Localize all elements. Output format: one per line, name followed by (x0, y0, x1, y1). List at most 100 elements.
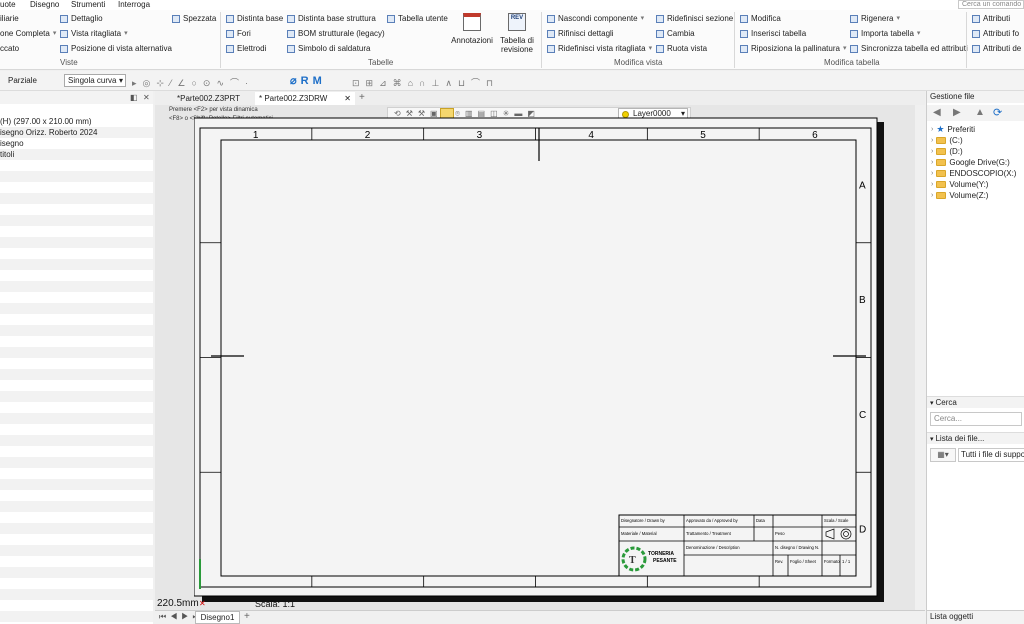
add-sheet-icon[interactable]: + (244, 611, 250, 622)
cursor-coordinate: 220.5mm (157, 598, 199, 609)
ribbon-item-riposiziona-pallinatura[interactable]: Riposiziona la pallinatura ▾ (740, 44, 846, 54)
bom-table-icon (226, 15, 234, 23)
empty-row (0, 303, 153, 314)
history-row[interactable]: isegno (0, 138, 153, 149)
ribbon-item-spaccato[interactable]: ccato (0, 44, 19, 54)
empty-row (0, 215, 153, 226)
menu-item-quote[interactable]: uote (0, 0, 16, 9)
ribbon-item-ausiliarie[interactable]: iliarie (0, 14, 19, 24)
ribbon-item-ridefinisci-sezione[interactable]: Ridefinisci sezione (656, 14, 733, 24)
ribbon-item-attributi-default[interactable]: Attributi de (972, 44, 1021, 54)
vertical-scrollbar[interactable] (915, 105, 925, 610)
hole-table-icon (226, 30, 234, 38)
ribbon-item-distinta-base[interactable]: Distinta base (226, 14, 283, 24)
refine-detail-icon (547, 30, 555, 38)
dropdown-arrow-icon: ▾ (916, 30, 921, 37)
up-icon[interactable]: ▲ (975, 107, 985, 118)
ribbon-item-tabella-revisione[interactable]: REV Tabella di revisione (497, 13, 537, 54)
ribbon-item-sezione-completa[interactable]: one Completa ▾ (0, 29, 56, 39)
empty-row (0, 204, 153, 215)
ribbon-item-vista-ritagliata[interactable]: Vista ritagliata ▾ (60, 29, 128, 39)
svg-text:T: T (629, 555, 636, 566)
menu-item-disegno[interactable]: Disegno (30, 0, 59, 9)
tree-item-preferiti[interactable]: › ★ Preferiti (931, 124, 975, 135)
sheet-tab[interactable]: Disegno1 (195, 611, 240, 624)
tb-date: Data (756, 518, 766, 523)
ribbon-item-bom-strutturale[interactable]: BOM strutturale (legacy) (287, 29, 385, 39)
filter-toggle-icons[interactable]: ⌀RM (290, 74, 326, 87)
label: Tabella utente (398, 14, 448, 23)
search-section-header[interactable]: ▾ Cerca (927, 396, 1024, 408)
expand-icon: › (931, 192, 934, 199)
menu-item-strumenti[interactable]: Strumenti (71, 0, 105, 9)
refresh-icon[interactable]: ⟳ (993, 106, 1002, 119)
label: Ruota vista (667, 44, 708, 53)
ribbon-item-tabella-utente[interactable]: Tabella utente (387, 14, 448, 24)
ribbon-item-inserisci-tabella[interactable]: Inserisci tabella (740, 29, 806, 39)
tree-item-drive-y[interactable]: › Volume(Y:) (931, 179, 988, 190)
tb-rev: Rev. (775, 559, 783, 564)
ribbon-item-distinta-base-struttura[interactable]: Distinta base struttura (287, 14, 376, 24)
ribbon-item-rifinisci-dettagli[interactable]: Rifinisci dettagli (547, 29, 614, 39)
close-icon[interactable]: ✕ (143, 93, 150, 102)
ribbon-item-modifica[interactable]: Modifica (740, 14, 781, 24)
tree-item-drive-x[interactable]: › ENDOSCOPIO(X:) (931, 168, 1016, 179)
tb-sheet: Foglio / Sheet (790, 559, 817, 564)
file-search-input[interactable]: Cerca... (930, 412, 1022, 426)
empty-row (0, 611, 153, 622)
ribbon-item-fori[interactable]: Fori (226, 29, 251, 39)
history-row[interactable]: (H) (297.00 x 210.00 mm) (0, 116, 153, 127)
back-icon[interactable]: ◀ (933, 107, 941, 118)
ribbon-item-sincronizza[interactable]: Sincronizza tabella ed attributi (850, 44, 968, 54)
collapse-icon[interactable]: ◧ (130, 93, 138, 102)
ribbon-item-importa-tabella[interactable]: Importa tabella ▾ (850, 29, 920, 39)
drawing-canvas[interactable]: Premere <F2> per vista dinamica <F8> o <… (155, 105, 925, 610)
empty-row (0, 479, 153, 490)
tree-item-drive-c[interactable]: › (C:) (931, 135, 963, 146)
electrode-table-icon (226, 45, 234, 53)
ribbon-item-elettrodi[interactable]: Elettrodi (226, 44, 266, 54)
snap-filter-icons[interactable]: ▸◎⊹⁄∠○⊙∿⌒· (132, 76, 254, 89)
canvas-hint-dynamic: Premere <F2> per vista dinamica (169, 107, 258, 113)
folder-icon (936, 137, 947, 144)
file-nav-bar: ◀ ▶ ▲ ⟳ (927, 105, 1024, 121)
tab-part[interactable]: *Parte002.Z3PRT (173, 92, 253, 105)
tab-label: Lista oggetti (930, 612, 974, 621)
expand-icon: › (931, 126, 934, 133)
view-mode-button[interactable]: ▦▾ (930, 448, 956, 462)
default-attributes-icon (972, 45, 980, 53)
ribbon-item-dettaglio[interactable]: Dettaglio (60, 14, 103, 24)
history-row[interactable]: isegno Orizz. Roberto 2024 (0, 127, 153, 138)
ribbon-item-ruota-vista[interactable]: Ruota vista (656, 44, 707, 54)
close-icon[interactable]: ✕ (344, 92, 351, 105)
star-icon: ★ (936, 124, 945, 134)
redefine-crop-icon (547, 45, 555, 53)
tree-item-drive-d[interactable]: › (D:) (931, 146, 963, 157)
ribbon-item-attributi[interactable]: Attributi (972, 14, 1010, 24)
command-search-input[interactable]: Cerca un comando (958, 0, 1024, 9)
ribbon-item-ridefinisci-vista-ritagliata[interactable]: Ridefinisci vista ritagliata ▾ (547, 44, 652, 54)
history-row[interactable]: titoli (0, 149, 153, 160)
tab-drawing[interactable]: * Parte002.Z3DRW ✕ (255, 92, 355, 105)
objects-list-tab[interactable]: Lista oggetti (927, 610, 1024, 624)
file-list-header[interactable]: ▾ Lista dei file... (927, 432, 1024, 444)
ribbon-item-annotazioni[interactable]: Annotazioni (450, 13, 494, 46)
ribbon-item-cambia[interactable]: Cambia (656, 29, 695, 39)
folder-icon (936, 181, 947, 188)
ribbon-item-attributi-foglio[interactable]: Attributi fo (972, 29, 1019, 39)
ribbon-item-spezzata[interactable]: Spezzata (172, 14, 216, 24)
menu-item-interroga[interactable]: Interroga (118, 0, 150, 9)
ribbon-item-rigenera[interactable]: Rigenera ▾ (850, 14, 900, 24)
tree-item-drive-g[interactable]: › Google Drive(G:) (931, 157, 1010, 168)
curve-select-dropdown[interactable]: Singola curva ▾ (64, 74, 126, 87)
ribbon-item-nascondi-componente[interactable]: Nascondi componente ▾ (547, 14, 644, 24)
entity-filter-icons[interactable]: ⊡⊞⊿⌘⌂∩⊥∧⊔⌒⊓ (352, 76, 499, 89)
ribbon-item-vista-alternativa[interactable]: Posizione di vista alternativa (60, 44, 172, 54)
expand-icon: › (931, 137, 934, 144)
drawing-sheet: 1 2 3 4 5 6 A B C D Disegnatore / Drawn by Approv… (194, 117, 884, 602)
file-type-filter[interactable]: Tutti i file di suppo (958, 448, 1024, 462)
forward-icon[interactable]: ▶ (953, 107, 961, 118)
ribbon-item-simbolo-saldatura[interactable]: Simbolo di saldatura (287, 44, 370, 54)
tree-item-drive-z[interactable]: › Volume(Z:) (931, 190, 988, 201)
add-tab-icon[interactable]: + (359, 92, 365, 103)
